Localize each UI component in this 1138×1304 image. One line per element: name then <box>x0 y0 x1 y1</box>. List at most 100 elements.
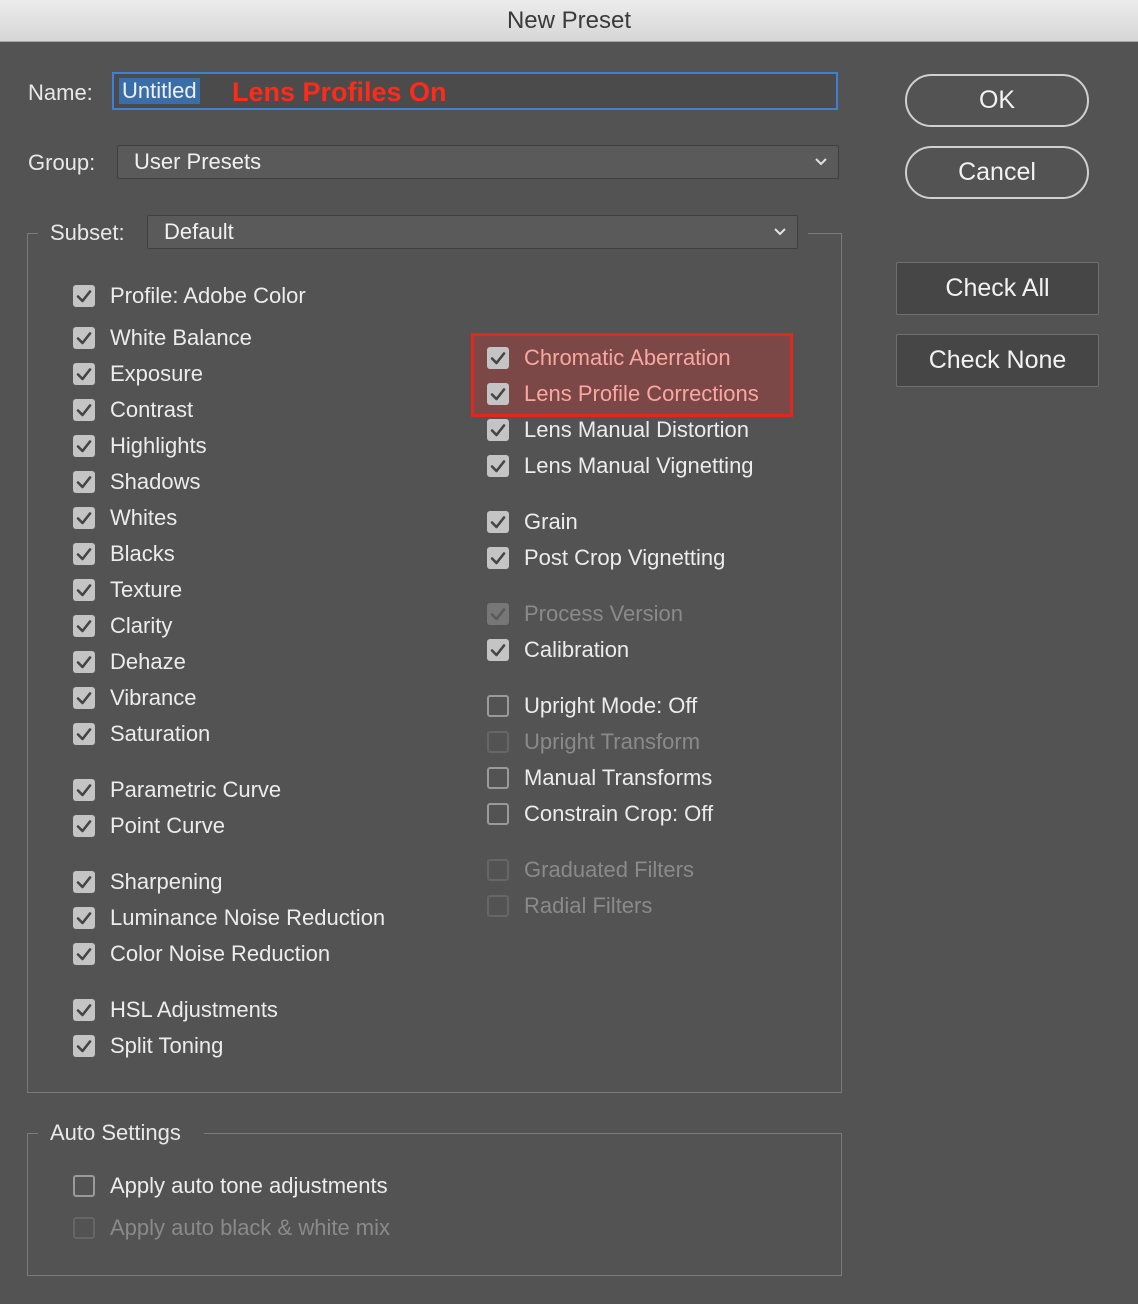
checkbox-label: Apply auto tone adjustments <box>110 1173 388 1198</box>
check-all-button[interactable]: Check All <box>896 262 1099 315</box>
checkbox-label: Sharpening <box>110 869 223 894</box>
checkbox-label: Post Crop Vignetting <box>524 545 726 570</box>
checkbox[interactable] <box>487 511 509 533</box>
checkbox[interactable] <box>73 1175 95 1197</box>
checkmark-icon <box>490 644 506 657</box>
checkmark-icon <box>490 424 506 437</box>
checkmark-icon <box>76 728 92 741</box>
checkbox[interactable] <box>73 471 95 493</box>
checkmark-icon <box>490 352 506 365</box>
checkbox <box>487 603 509 625</box>
checkbox-label: Process Version <box>524 601 683 626</box>
subset-dropdown[interactable]: Default <box>147 215 798 249</box>
checkbox[interactable] <box>73 399 95 421</box>
checkmark-icon <box>76 784 92 797</box>
checkbox[interactable] <box>73 327 95 349</box>
checkmark-icon <box>76 332 92 345</box>
checkbox[interactable] <box>487 803 509 825</box>
name-label: Name: <box>28 80 93 105</box>
checkbox[interactable] <box>73 579 95 601</box>
ok-button[interactable]: OK <box>905 74 1089 127</box>
checkmark-icon <box>490 460 506 473</box>
checkbox[interactable] <box>487 419 509 441</box>
checkbox[interactable] <box>73 907 95 929</box>
checkmark-icon <box>490 552 506 565</box>
checkmark-icon <box>76 820 92 833</box>
checkbox-label: Constrain Crop: Off <box>524 801 714 826</box>
checkbox-label: Lens Manual Vignetting <box>524 453 754 478</box>
checkbox-label: Profile: Adobe Color <box>110 283 306 308</box>
checkmark-icon <box>76 476 92 489</box>
name-input[interactable]: Untitled Lens Profiles On <box>112 72 838 110</box>
check-none-button[interactable]: Check None <box>896 334 1099 387</box>
checkmark-icon <box>76 584 92 597</box>
checkmark-icon <box>76 948 92 961</box>
checkbox[interactable] <box>73 615 95 637</box>
checkmark-icon <box>76 912 92 925</box>
checkbox <box>487 859 509 881</box>
checkbox-label: Color Noise Reduction <box>110 941 331 966</box>
checkbox[interactable] <box>73 943 95 965</box>
checkbox-label: Grain <box>524 509 578 534</box>
checkmark-icon <box>76 290 92 303</box>
checkmark-icon <box>76 656 92 669</box>
checkbox-label: Apply auto black & white mix <box>110 1215 391 1240</box>
checkbox[interactable] <box>487 695 509 717</box>
checkbox-label: Lens Manual Distortion <box>524 417 750 442</box>
checkbox[interactable] <box>73 779 95 801</box>
checkmark-icon <box>76 512 92 525</box>
checkmark-icon <box>76 440 92 453</box>
checkbox-label: Exposure <box>110 361 203 386</box>
checkbox[interactable] <box>73 543 95 565</box>
checkmark-icon <box>76 404 92 417</box>
checkbox <box>487 895 509 917</box>
checkbox[interactable] <box>73 815 95 837</box>
checkbox-label: Blacks <box>110 541 175 566</box>
checkbox[interactable] <box>73 871 95 893</box>
checkbox[interactable] <box>73 363 95 385</box>
checkbox[interactable] <box>73 723 95 745</box>
checkbox[interactable] <box>487 383 509 405</box>
checkmark-icon <box>490 608 506 621</box>
checkbox-label: Saturation <box>110 721 211 746</box>
checkbox[interactable] <box>73 435 95 457</box>
checkbox-label: Split Toning <box>110 1033 224 1058</box>
group-dropdown-value: User Presets <box>134 149 262 174</box>
checkmark-icon <box>490 388 506 401</box>
checkbox-label: Parametric Curve <box>110 777 282 802</box>
checkmark-icon <box>76 620 92 633</box>
chevron-down-icon <box>774 228 786 236</box>
checkmark-icon <box>76 1040 92 1053</box>
window-title: New Preset <box>0 0 1138 42</box>
checkbox <box>487 731 509 753</box>
checkbox-label: Upright Transform <box>524 729 701 754</box>
cancel-button[interactable]: Cancel <box>905 146 1089 199</box>
checkbox[interactable] <box>73 687 95 709</box>
checkbox-label: Lens Profile Corrections <box>524 381 759 406</box>
checkbox[interactable] <box>487 547 509 569</box>
checkbox[interactable] <box>487 455 509 477</box>
checkbox[interactable] <box>487 767 509 789</box>
checkbox[interactable] <box>73 285 95 307</box>
checkbox[interactable] <box>487 639 509 661</box>
checkmark-icon <box>76 1004 92 1017</box>
checkbox-label: Calibration <box>524 637 630 662</box>
checkmark-icon <box>76 548 92 561</box>
group-dropdown[interactable]: User Presets <box>117 145 839 179</box>
checkbox-label: Point Curve <box>110 813 225 838</box>
name-annotation-text: Lens Profiles On <box>232 77 447 107</box>
checkbox[interactable] <box>73 651 95 673</box>
checkbox-label: Contrast <box>110 397 194 422</box>
checkbox[interactable] <box>487 347 509 369</box>
checkmark-icon <box>76 876 92 889</box>
checkbox[interactable] <box>73 1035 95 1057</box>
checkmark-icon <box>490 516 506 529</box>
checkmark-icon <box>76 368 92 381</box>
checkbox[interactable] <box>73 999 95 1021</box>
checkbox-label: Highlights <box>110 433 207 458</box>
checkbox[interactable] <box>73 507 95 529</box>
subset-dropdown-value: Default <box>164 219 234 244</box>
auto-settings-groupbox <box>27 1133 842 1276</box>
checkbox-label: Texture <box>110 577 183 602</box>
checkbox-label: Luminance Noise Reduction <box>110 905 386 930</box>
